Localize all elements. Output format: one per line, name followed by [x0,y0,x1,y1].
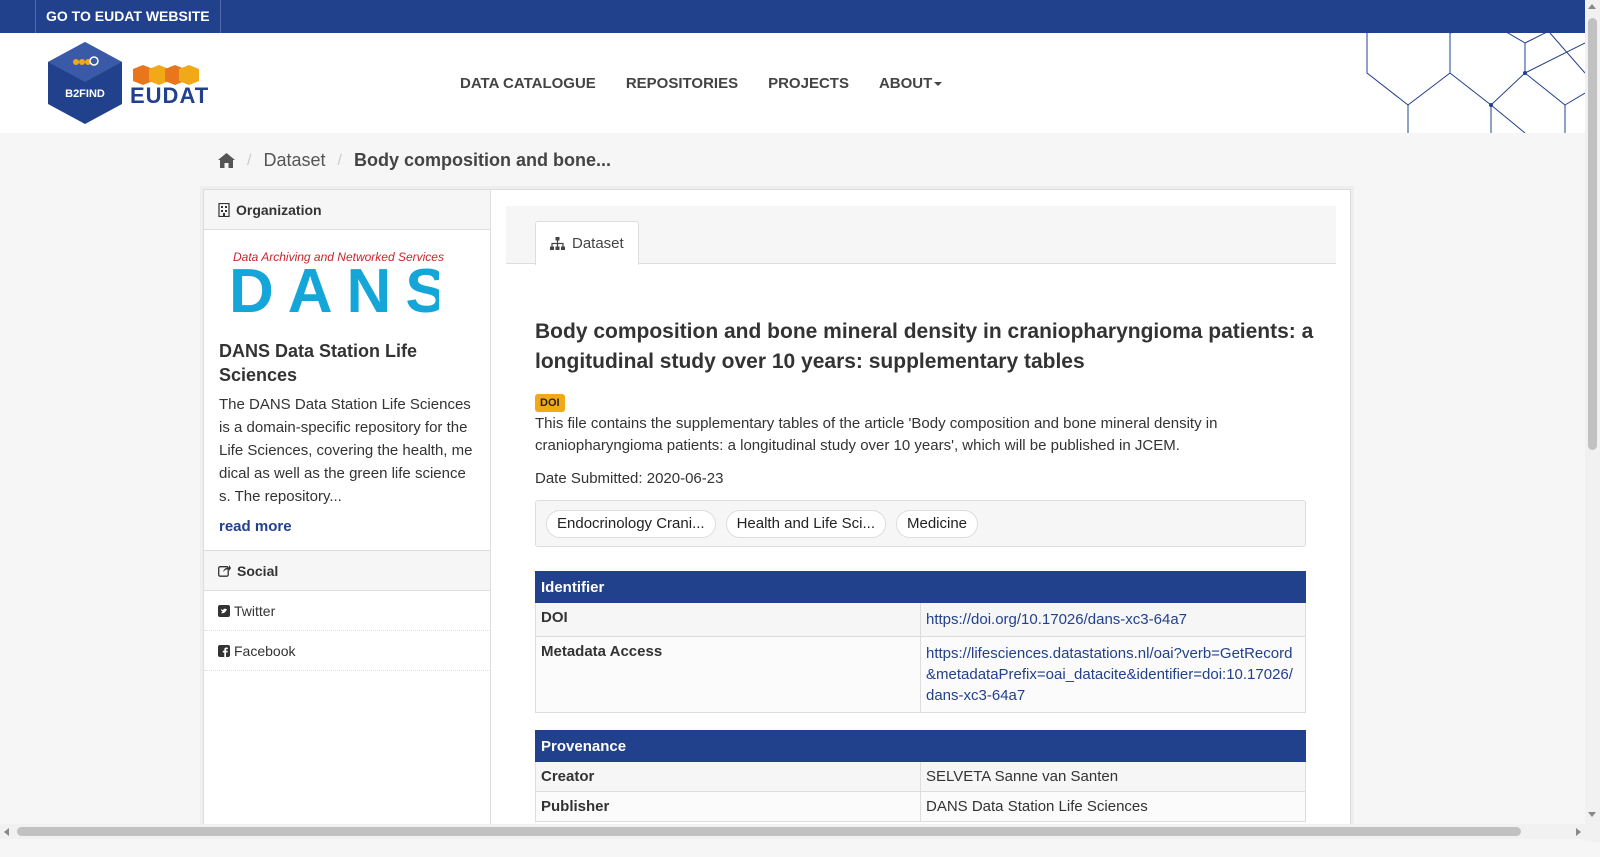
tag-endocrinology[interactable]: Endocrinology Crani... [546,509,716,538]
nav-data-catalogue[interactable]: DATA CATALOGUE [445,75,611,92]
publisher-key: Publisher [535,791,921,822]
horizontal-scrollbar-thumb[interactable] [17,827,1521,836]
organization-info: Data Archiving and Networked Services DA… [204,230,490,551]
nav-about[interactable]: ABOUT [864,75,957,92]
breadcrumb-separator: / [247,151,252,169]
tag-list: Endocrinology Crani... Health and Life S… [535,500,1306,547]
facebook-label: Facebook [234,642,296,659]
tag-medicine[interactable]: Medicine [896,509,979,538]
table-row: Publisher DANS Data Station Life Science… [535,791,1306,822]
scroll-up-icon[interactable] [1588,4,1596,9]
organization-title[interactable]: DANS Data Station Life Sciences [219,339,475,387]
breadcrumb-separator: / [337,151,342,169]
read-more-link[interactable]: read more [219,518,292,535]
scroll-left-icon[interactable] [4,828,9,836]
organization-heading: Organization [204,190,490,230]
social-heading: Social [204,551,490,591]
nav-repositories[interactable]: REPOSITORIES [611,75,753,92]
metadata-access-key: Metadata Access [535,636,921,713]
twitter-label: Twitter [234,602,276,619]
provenance-table: Provenance Creator SELVETA Sanne van San… [535,730,1306,822]
tab-dataset-label: Dataset [572,235,624,252]
creator-key: Creator [535,761,921,792]
scroll-right-icon[interactable] [1576,828,1581,836]
share-icon [218,565,231,577]
dans-logo[interactable]: DANS [229,257,447,326]
dataset-notes: This file contains the supplementary tab… [535,415,1218,454]
tabs-bar: Dataset [506,206,1336,265]
doi-link[interactable]: https://doi.org/10.17026/dans-xc3-64a7 [920,602,1306,637]
breadcrumb: / Dataset / Body composition and bone... [218,150,611,171]
breadcrumb-dataset[interactable]: Dataset [263,150,325,171]
home-icon[interactable] [218,153,235,168]
social-heading-label: Social [237,562,279,579]
eudat-website-link[interactable]: GO TO EUDAT WEBSITE [35,0,221,33]
b2find-logo-label: B2FIND [65,88,105,100]
identifier-heading: Identifier [535,571,1306,603]
sidebar: Organization Data Archiving and Networke… [204,190,491,828]
dans-logo-text: DANS [229,266,439,316]
nav-about-label: ABOUT [878,74,933,92]
vertical-scrollbar[interactable] [1585,0,1600,842]
masthead: B2FIND EUDAT DATA CATALOGUE REPOSITORIES… [0,33,1585,133]
twitter-icon [218,604,230,617]
facebook-link[interactable]: Facebook [204,631,490,671]
top-bar: GO TO EUDAT WEBSITE [0,0,1600,33]
eudat-brand: EUDAT [130,83,210,108]
building-icon [218,202,230,217]
facebook-icon [218,644,230,657]
tab-dataset[interactable]: Dataset [535,221,639,265]
b2find-logo-icon[interactable] [48,42,122,124]
organization-description: The DANS Data Station Life Sciences is a… [219,396,473,505]
metadata-access-link[interactable]: https://lifesciences.datastations.nl/oai… [920,636,1306,713]
table-row: Creator SELVETA Sanne van Santen [535,761,1306,792]
provenance-heading: Provenance [535,730,1306,762]
dataset-title: Body composition and bone mineral densit… [535,320,1314,373]
horizontal-scrollbar[interactable] [0,824,1600,839]
caret-down-icon [934,81,943,86]
twitter-link[interactable]: Twitter [204,591,490,631]
doi-badge: DOI [535,394,565,412]
creator-value: SELVETA Sanne van Santen [920,761,1306,792]
tag-health-life-sciences[interactable]: Health and Life Sci... [725,509,886,538]
main-nav: DATA CATALOGUE REPOSITORIES PROJECTS ABO… [445,33,957,133]
sitemap-icon [550,237,565,250]
content-wrapper: Organization Data Archiving and Networke… [203,189,1351,829]
doi-key: DOI [535,602,921,637]
identifier-table: Identifier DOI https://doi.org/10.17026/… [535,571,1306,713]
table-row: Metadata Access https://lifesciences.dat… [535,636,1306,713]
hexagon-pattern-decoration [1366,33,1585,133]
dans-logo-tagline: Data Archiving and Networked Services [233,250,444,264]
publisher-value: DANS Data Station Life Sciences [920,791,1306,822]
breadcrumb-current: Body composition and bone... [353,150,611,170]
vertical-scrollbar-thumb[interactable] [1588,18,1597,450]
scroll-down-icon[interactable] [1588,812,1596,817]
date-submitted: Date Submitted: 2020-06-23 [535,470,724,487]
nav-projects[interactable]: PROJECTS [753,75,864,92]
organization-heading-label: Organization [236,201,322,218]
table-row: DOI https://doi.org/10.17026/dans-xc3-64… [535,602,1306,637]
